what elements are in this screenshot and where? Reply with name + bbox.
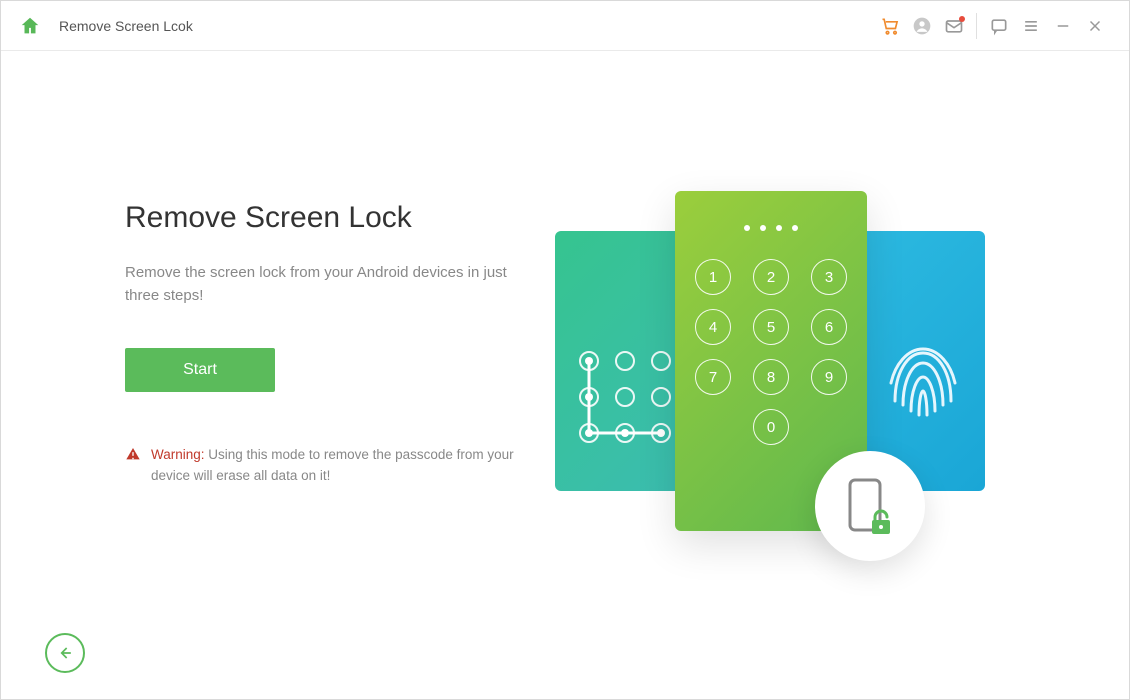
keypad-key: 6 — [811, 309, 847, 345]
minimize-icon[interactable] — [1047, 10, 1079, 42]
account-icon[interactable] — [906, 10, 938, 42]
window-title: Remove Screen Lcok — [59, 18, 193, 34]
pattern-lock-icon — [577, 349, 673, 445]
warning-text: Warning: Using this mode to remove the p… — [151, 444, 545, 487]
fingerprint-icon — [883, 331, 963, 426]
keypad: 1 2 3 4 5 6 7 8 9 0 — [691, 259, 851, 445]
start-button[interactable]: Start — [125, 348, 275, 392]
warning-icon — [125, 446, 141, 467]
warning-label: Warning: — [151, 447, 205, 462]
app-window: Remove Screen Lcok Remove Screen Lock — [0, 0, 1130, 700]
cart-icon[interactable] — [874, 10, 906, 42]
phone-unlock-icon — [815, 451, 925, 561]
toolbar-separator — [976, 13, 977, 39]
left-pane: Remove Screen Lock Remove the screen loc… — [125, 171, 545, 699]
keypad-key: 9 — [811, 359, 847, 395]
page-subtext: Remove the screen lock from your Android… — [125, 261, 525, 308]
keypad-key: 0 — [753, 409, 789, 445]
title-bar: Remove Screen Lcok — [1, 1, 1129, 51]
keypad-key: 3 — [811, 259, 847, 295]
keypad-key: 4 — [695, 309, 731, 345]
back-button[interactable] — [45, 633, 85, 673]
arrow-left-icon — [55, 643, 75, 663]
pattern-card — [555, 231, 685, 491]
feedback-icon[interactable] — [983, 10, 1015, 42]
close-icon[interactable] — [1079, 10, 1111, 42]
mail-badge-icon — [959, 16, 965, 22]
main-content: Remove Screen Lock Remove the screen loc… — [1, 51, 1129, 699]
warning-row: Warning: Using this mode to remove the p… — [125, 444, 545, 487]
home-icon[interactable] — [19, 15, 41, 37]
menu-icon[interactable] — [1015, 10, 1047, 42]
pin-dots-icon — [675, 225, 867, 231]
keypad-key: 1 — [695, 259, 731, 295]
keypad-key: 7 — [695, 359, 731, 395]
mail-icon[interactable] — [938, 10, 970, 42]
warning-body: Using this mode to remove the passcode f… — [151, 447, 514, 484]
keypad-key: 2 — [753, 259, 789, 295]
illustration: 1 2 3 4 5 6 7 8 9 0 — [545, 171, 1049, 699]
keypad-key: 5 — [753, 309, 789, 345]
keypad-key: 8 — [753, 359, 789, 395]
page-heading: Remove Screen Lock — [125, 201, 545, 235]
